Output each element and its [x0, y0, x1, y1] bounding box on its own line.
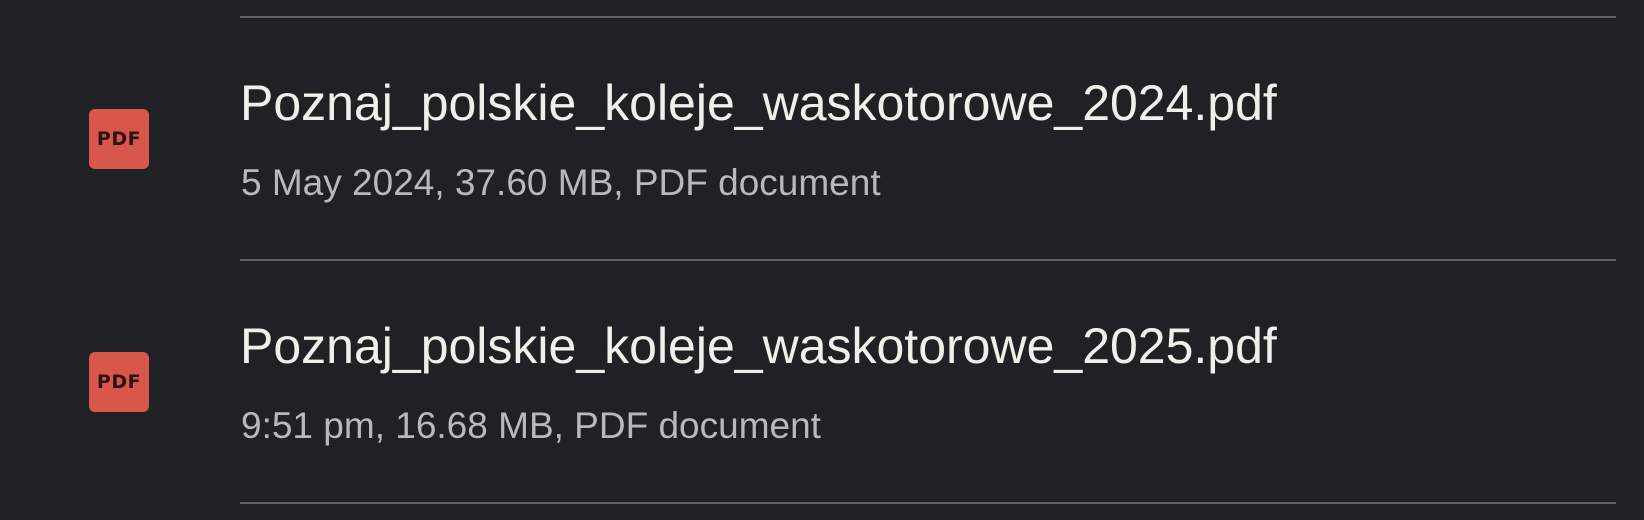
- file-name: Poznaj_polskie_koleje_waskotorowe_2025.p…: [240, 318, 1277, 374]
- pdf-icon-label: PDF: [96, 371, 142, 393]
- pdf-icon-label: PDF: [96, 128, 142, 150]
- file-list-item[interactable]: PDF Poznaj_polskie_koleje_waskotorowe_20…: [0, 261, 1644, 502]
- list-divider: [240, 502, 1616, 504]
- file-details: 5 May 2024, 37.60 MB, PDF document: [241, 162, 881, 203]
- pdf-file-icon: PDF: [89, 352, 149, 412]
- pdf-file-icon: PDF: [89, 109, 149, 169]
- file-list-item[interactable]: PDF Poznaj_polskie_koleje_waskotorowe_20…: [0, 18, 1644, 259]
- file-details: 9:51 pm, 16.68 MB, PDF document: [241, 405, 821, 446]
- file-name: Poznaj_polskie_koleje_waskotorowe_2024.p…: [240, 75, 1277, 131]
